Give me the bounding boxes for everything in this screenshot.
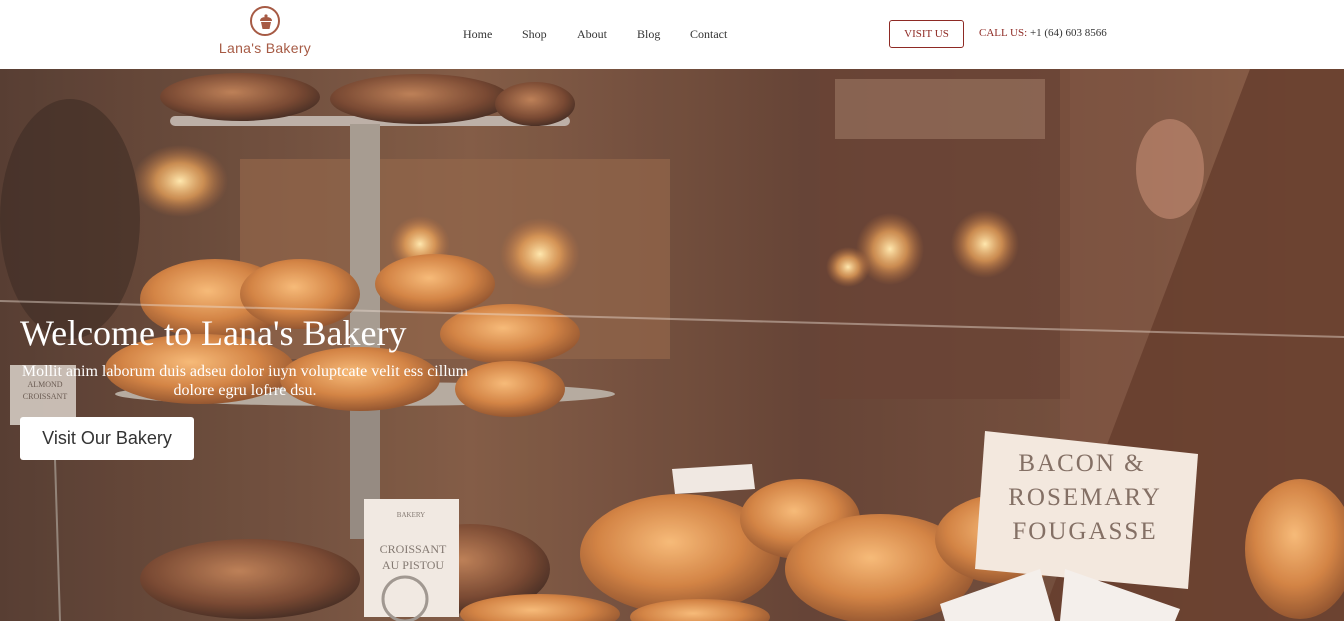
visit-our-bakery-button[interactable]: Visit Our Bakery [20, 417, 194, 460]
cupcake-icon [250, 6, 280, 36]
nav-about[interactable]: About [577, 27, 607, 42]
phone-number[interactable]: +1 (64) 603 8566 [1030, 27, 1107, 39]
visit-us-button[interactable]: VISIT US [889, 20, 964, 48]
call-us: CALL US: +1 (64) 603 8566 [979, 27, 1107, 39]
brand-name: Lana's Bakery [218, 40, 312, 56]
hero-subtitle: Mollit anim laborum duis adseu dolor iuy… [21, 363, 469, 399]
brand-logo[interactable]: Lana's Bakery [216, 6, 314, 62]
nav-home[interactable]: Home [463, 27, 492, 42]
hero-section: BACON & ROSEMARY FOUGASSE BAKERY CROISSA… [0, 69, 1344, 621]
nav-shop[interactable]: Shop [522, 27, 547, 42]
nav-contact[interactable]: Contact [690, 27, 727, 42]
site-header: Lana's Bakery Home Shop About Blog Conta… [0, 0, 1344, 70]
hero-title: Welcome to Lana's Bakery [20, 313, 407, 353]
nav-blog[interactable]: Blog [637, 27, 660, 42]
call-us-label: CALL US: [979, 27, 1028, 39]
